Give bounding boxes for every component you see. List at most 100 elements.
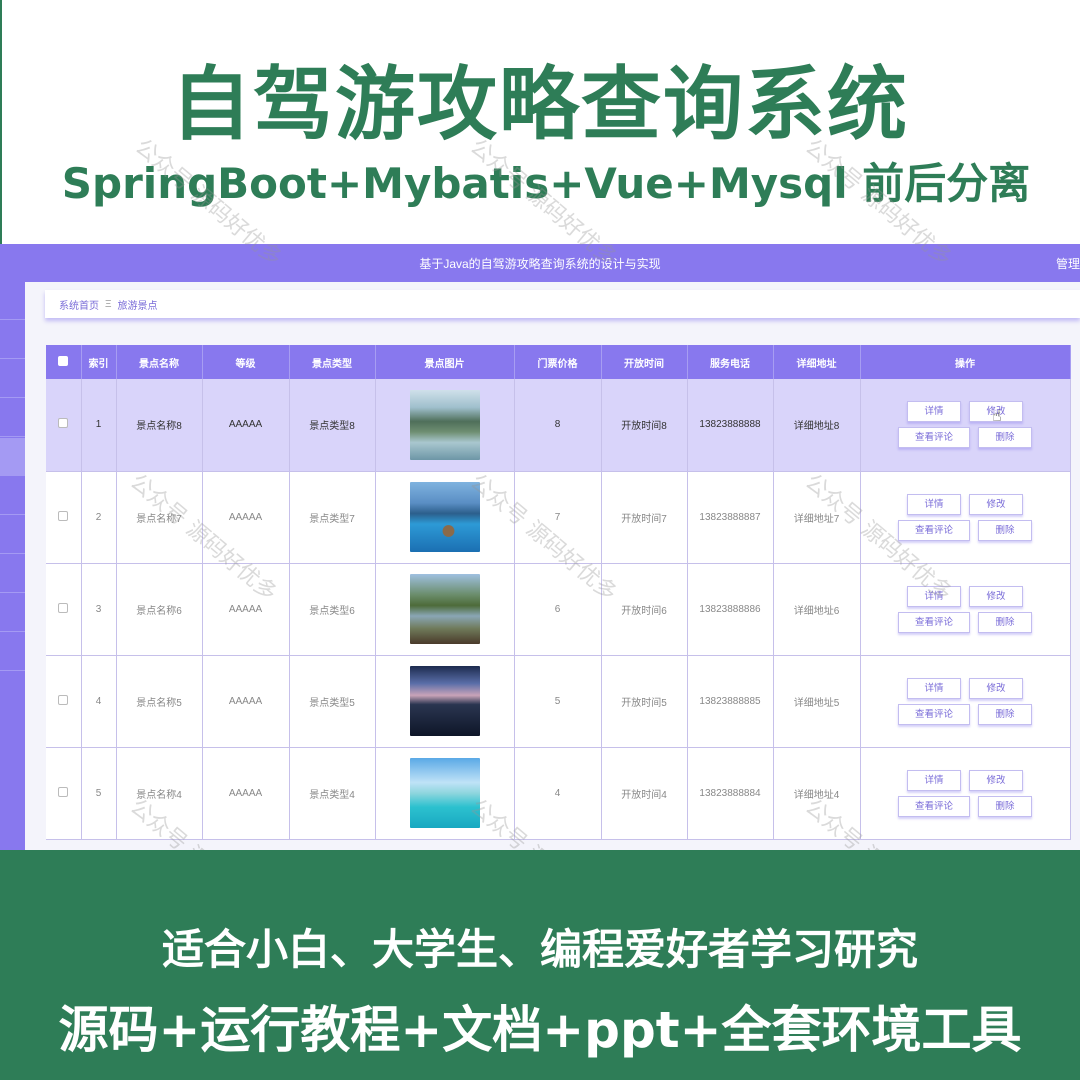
cell-level: AAAAA [202,471,290,564]
sidebar-item-9[interactable] [0,594,25,632]
cell-name: 景点名称5 [116,655,203,748]
row-select-cell[interactable] [46,563,82,656]
cell-type: 景点类型8 [289,379,376,472]
table-header-row: 索引 景点名称 等级 景点类型 景点图片 门票价格 开放时间 服务电话 详细地址… [46,345,1071,379]
header-type: 景点类型 [289,345,376,379]
row-select-cell[interactable] [46,471,82,564]
header-phone: 服务电话 [687,345,774,379]
view-comments-button[interactable]: 查看评论 [898,703,970,725]
promo-title: 自驾游攻略查询系统 [171,58,909,151]
cell-price: 7 [514,471,602,564]
cell-open-time: 开放时间6 [601,563,688,656]
attraction-photo [409,666,480,736]
sidebar-item-8[interactable] [0,555,25,593]
sidebar-item-5[interactable] [0,438,25,476]
promo-footer-line2: 源码+运行教程+文档+ppt+全套环境工具 [58,1001,1022,1059]
row-checkbox[interactable] [58,418,69,429]
view-comments-button[interactable]: 查看评论 [898,611,970,633]
cell-type: 景点类型7 [289,471,376,564]
select-all-checkbox[interactable] [58,355,69,366]
table-row[interactable]: 1 景点名称8 AAAAA 景点类型8 8 开放时间8 13823888888 详细地址8 详情… [46,379,1071,472]
table-row[interactable]: 2 景点名称7 AAAAA 景点类型7 7 开放时间7 13823888887 详细地址7 详情… [46,471,1071,564]
cell-type: 景点类型6 [289,563,376,656]
sidebar-item-2[interactable] [0,321,25,359]
cell-level: AAAAA [202,747,290,840]
row-checkbox[interactable] [58,786,69,797]
delete-button[interactable]: 删除 [978,703,1032,725]
row-select-cell[interactable] [46,655,82,748]
cell-open-time: 开放时间4 [601,747,688,840]
header-index: 索引 [81,345,117,379]
cell-actions: 详情 修改查看评论 删除 [860,655,1071,748]
cell-image [375,563,515,656]
cell-name: 景点名称4 [116,747,203,840]
row-checkbox[interactable] [58,510,69,521]
view-comments-button[interactable]: 查看评论 [898,427,970,449]
sidebar-item-4[interactable] [0,399,25,437]
detail-button[interactable]: 详情 [907,401,961,423]
edit-button[interactable]: 修改 [969,493,1023,515]
cell-index: 4 [81,655,117,748]
delete-button[interactable]: 删除 [978,427,1032,449]
cell-phone: 13823888887 [687,471,774,564]
cell-index: 1 [81,379,117,472]
cell-address: 详细地址8 [773,379,861,472]
cell-level: AAAAA [202,655,290,748]
detail-button[interactable]: 详情 [907,677,961,699]
header-open-time: 开放时间 [601,345,688,379]
view-comments-button[interactable]: 查看评论 [898,795,970,817]
edit-button[interactable]: 修改 [969,585,1023,607]
edit-button[interactable]: 修改 [969,677,1023,699]
detail-button[interactable]: 详情 [907,493,961,515]
breadcrumb-separator: Ξ [105,298,112,310]
table-row[interactable]: 4 景点名称5 AAAAA 景点类型5 5 开放时间5 13823888885 详细地址5 详情… [46,655,1071,748]
breadcrumb-current: 旅游景点 [117,300,158,312]
header-address: 详细地址 [773,345,861,379]
header-level: 等级 [202,345,290,379]
header-select-all[interactable] [46,345,82,379]
cell-level: AAAAA [202,563,290,656]
cell-type: 景点类型4 [289,747,376,840]
cell-open-time: 开放时间7 [601,471,688,564]
sidebar-item-3[interactable] [0,360,25,398]
cell-image [375,747,515,840]
sidebar [0,282,25,850]
row-checkbox[interactable] [58,602,69,613]
cell-type: 景点类型5 [289,655,376,748]
breadcrumb-home[interactable]: 系统首页 [59,297,99,312]
delete-button[interactable]: 删除 [978,611,1032,633]
cell-actions: 详情 修改查看评论 删除 [860,563,1071,656]
admin-link[interactable]: 管理 [1056,255,1080,272]
row-select-cell[interactable] [46,747,82,840]
attractions-table: 索引 景点名称 等级 景点类型 景点图片 门票价格 开放时间 服务电话 详细地址… [46,345,1071,840]
delete-button[interactable]: 删除 [978,795,1032,817]
header-price: 门票价格 [514,345,602,379]
cell-address: 详细地址7 [773,471,861,564]
detail-button[interactable]: 详情 [907,585,961,607]
row-checkbox[interactable] [58,694,69,705]
sidebar-item-6[interactable] [0,477,25,515]
header-image: 景点图片 [375,345,515,379]
sidebar-item-10[interactable] [0,633,25,671]
detail-button[interactable]: 详情 [907,769,961,791]
app-window: 基于Java的自驾游攻略查询系统的设计与实现 管理 系统首页 Ξ 旅游景点 索引… [0,244,1080,850]
sidebar-item-1[interactable] [0,282,25,320]
table-row[interactable]: 3 景点名称6 AAAAA 景点类型6 6 开放时间6 13823888886 详细地址6 详情… [46,563,1071,656]
cell-image [375,471,515,564]
view-comments-button[interactable]: 查看评论 [898,519,970,541]
delete-button[interactable]: 删除 [978,519,1032,541]
row-select-cell[interactable] [46,379,82,472]
edit-button[interactable]: 修改 [969,769,1023,791]
promo-header: 自驾游攻略查询系统 SpringBoot+Mybatis+Vue+Mysql 前… [0,0,1080,244]
pointer-hand-icon: ☝ [992,406,1002,425]
cell-actions: 详情 修改查看评论 删除 [860,471,1071,564]
header-name: 景点名称 [116,345,203,379]
cell-price: 8 [514,379,602,472]
app-title: 基于Java的自驾游攻略查询系统的设计与实现 [419,257,661,271]
table-row[interactable]: 5 景点名称4 AAAAA 景点类型4 4 开放时间4 13823888884 详细地址4 详情… [46,747,1071,840]
cell-phone: 13823888885 [687,655,774,748]
sidebar-item-7[interactable] [0,516,25,554]
cell-name: 景点名称7 [116,471,203,564]
cell-name: 景点名称6 [116,563,203,656]
attraction-photo [409,482,480,552]
